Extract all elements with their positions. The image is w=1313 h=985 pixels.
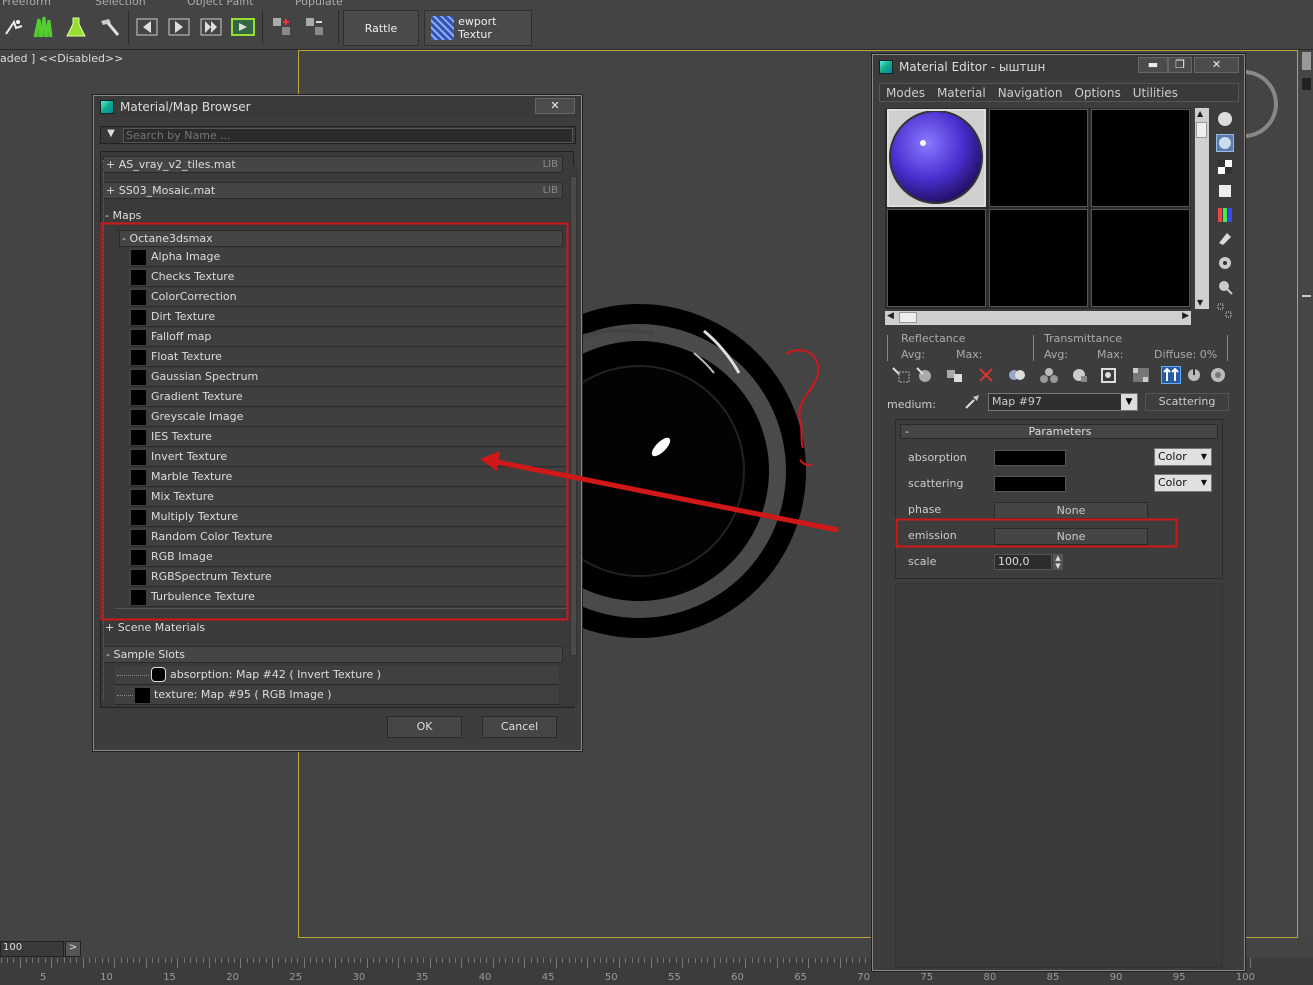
annotation-arrow-line <box>496 459 839 533</box>
annotation-arrowhead <box>480 451 500 471</box>
annotation-box-maps <box>100 222 569 621</box>
annotation-question-mark <box>785 349 820 466</box>
annotation-overlay <box>100 222 1178 621</box>
annotation-box-emission <box>895 518 1178 548</box>
